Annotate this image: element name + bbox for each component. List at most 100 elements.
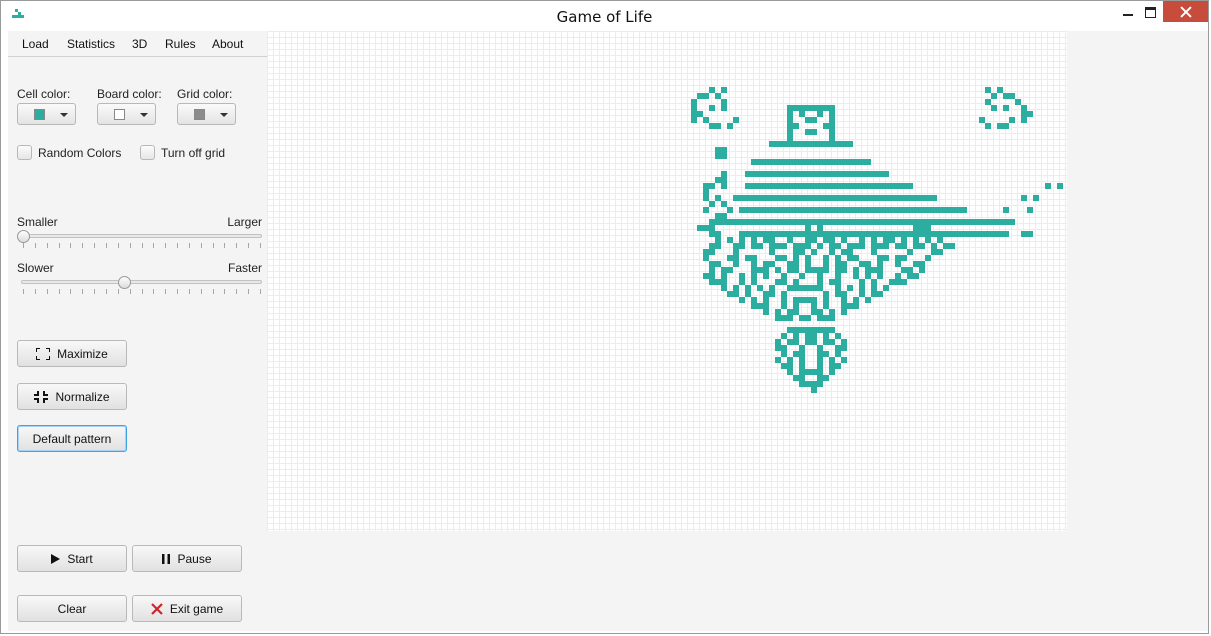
live-cell xyxy=(961,219,967,225)
live-cell xyxy=(841,195,847,201)
start-button[interactable]: Start xyxy=(17,545,127,572)
live-cell xyxy=(865,231,871,237)
slider-tick xyxy=(236,243,238,248)
slider-tick xyxy=(23,243,24,248)
pause-label: Pause xyxy=(177,551,212,566)
live-cell xyxy=(829,279,835,285)
speed-slider-thumb[interactable] xyxy=(118,276,132,289)
random-colors-checkbox[interactable] xyxy=(17,145,32,160)
slider-tick xyxy=(212,243,214,248)
live-cell xyxy=(973,231,979,237)
live-cell xyxy=(841,207,847,213)
live-cell xyxy=(991,93,997,99)
board-color-swatch xyxy=(114,109,125,120)
live-cell xyxy=(847,171,853,177)
grid-color-picker[interactable] xyxy=(177,103,236,125)
live-cell xyxy=(907,249,913,255)
live-cell xyxy=(961,231,967,237)
menu-3d[interactable]: 3D xyxy=(132,37,147,51)
maximize-button[interactable]: Maximize xyxy=(17,340,127,367)
maximize-window-button[interactable] xyxy=(1135,1,1165,23)
live-cell xyxy=(1021,117,1027,123)
size-slider-track[interactable] xyxy=(21,234,262,238)
live-cell xyxy=(811,267,817,273)
live-cell xyxy=(859,237,865,243)
exit-game-button[interactable]: Exit game xyxy=(132,595,242,622)
live-cell xyxy=(817,267,823,273)
live-cell xyxy=(811,285,817,291)
live-cell xyxy=(709,231,715,237)
live-cell xyxy=(829,123,835,129)
live-cell xyxy=(925,207,931,213)
slider-tick xyxy=(34,289,36,294)
live-cell xyxy=(763,183,769,189)
live-cell xyxy=(769,249,775,255)
live-cell xyxy=(805,327,811,333)
live-cell xyxy=(889,279,895,285)
live-cell xyxy=(787,159,793,165)
menu-rules[interactable]: Rules xyxy=(165,37,196,51)
live-cell xyxy=(799,357,805,363)
live-cell xyxy=(817,309,823,315)
live-cell xyxy=(805,171,811,177)
live-cell xyxy=(901,237,907,243)
live-cell xyxy=(811,141,817,147)
live-cell xyxy=(823,255,829,261)
menu-statistics[interactable]: Statistics xyxy=(67,37,115,51)
live-cell xyxy=(889,195,895,201)
size-slider-max-label: Larger xyxy=(227,215,262,229)
live-cell xyxy=(817,327,823,333)
live-cell xyxy=(997,231,1003,237)
live-cell xyxy=(895,255,901,261)
turn-off-grid-checkbox[interactable] xyxy=(140,145,155,160)
live-cell xyxy=(781,243,787,249)
live-cell xyxy=(793,351,799,357)
live-cell xyxy=(709,219,715,225)
live-cell xyxy=(895,279,901,285)
speed-slider-track[interactable] xyxy=(21,280,262,284)
live-cell xyxy=(871,285,877,291)
live-cell xyxy=(751,231,757,237)
cell-color-picker[interactable] xyxy=(17,103,76,125)
live-cell xyxy=(841,357,847,363)
live-cell xyxy=(823,183,829,189)
live-cell xyxy=(703,195,709,201)
live-cell xyxy=(799,219,805,225)
live-cell xyxy=(805,261,811,267)
menu-load[interactable]: Load xyxy=(22,37,49,51)
pause-button[interactable]: Pause xyxy=(132,545,242,572)
live-cell xyxy=(877,291,883,297)
live-cell xyxy=(937,219,943,225)
live-cell xyxy=(811,333,817,339)
live-cell xyxy=(805,231,811,237)
menu-about[interactable]: About xyxy=(212,37,243,51)
close-window-button[interactable] xyxy=(1163,1,1208,22)
live-cell xyxy=(1021,195,1027,201)
board-color-picker[interactable] xyxy=(97,103,156,125)
live-cell xyxy=(829,231,835,237)
live-cell xyxy=(793,171,799,177)
live-cell xyxy=(913,273,919,279)
live-cell xyxy=(799,315,805,321)
live-cell xyxy=(1003,231,1009,237)
live-cell xyxy=(949,243,955,249)
clear-button[interactable]: Clear xyxy=(17,595,127,622)
live-cell xyxy=(877,273,883,279)
slider-tick xyxy=(94,243,96,248)
live-cell xyxy=(721,201,727,207)
slider-tick xyxy=(94,289,96,294)
live-cell xyxy=(913,231,919,237)
title-bar[interactable]: Game of Life xyxy=(1,1,1208,31)
live-cell xyxy=(829,309,835,315)
start-label: Start xyxy=(67,551,93,566)
size-slider-thumb[interactable] xyxy=(17,230,30,243)
live-cell xyxy=(859,171,865,177)
default-pattern-button[interactable]: Default pattern xyxy=(17,425,127,452)
live-cell xyxy=(787,171,793,177)
maximize-label: Maximize xyxy=(57,346,108,361)
normalize-button[interactable]: Normalize xyxy=(17,383,127,410)
game-board[interactable] xyxy=(267,31,1067,531)
live-cell xyxy=(745,171,751,177)
live-cell xyxy=(1045,183,1051,189)
live-cell xyxy=(721,267,727,273)
